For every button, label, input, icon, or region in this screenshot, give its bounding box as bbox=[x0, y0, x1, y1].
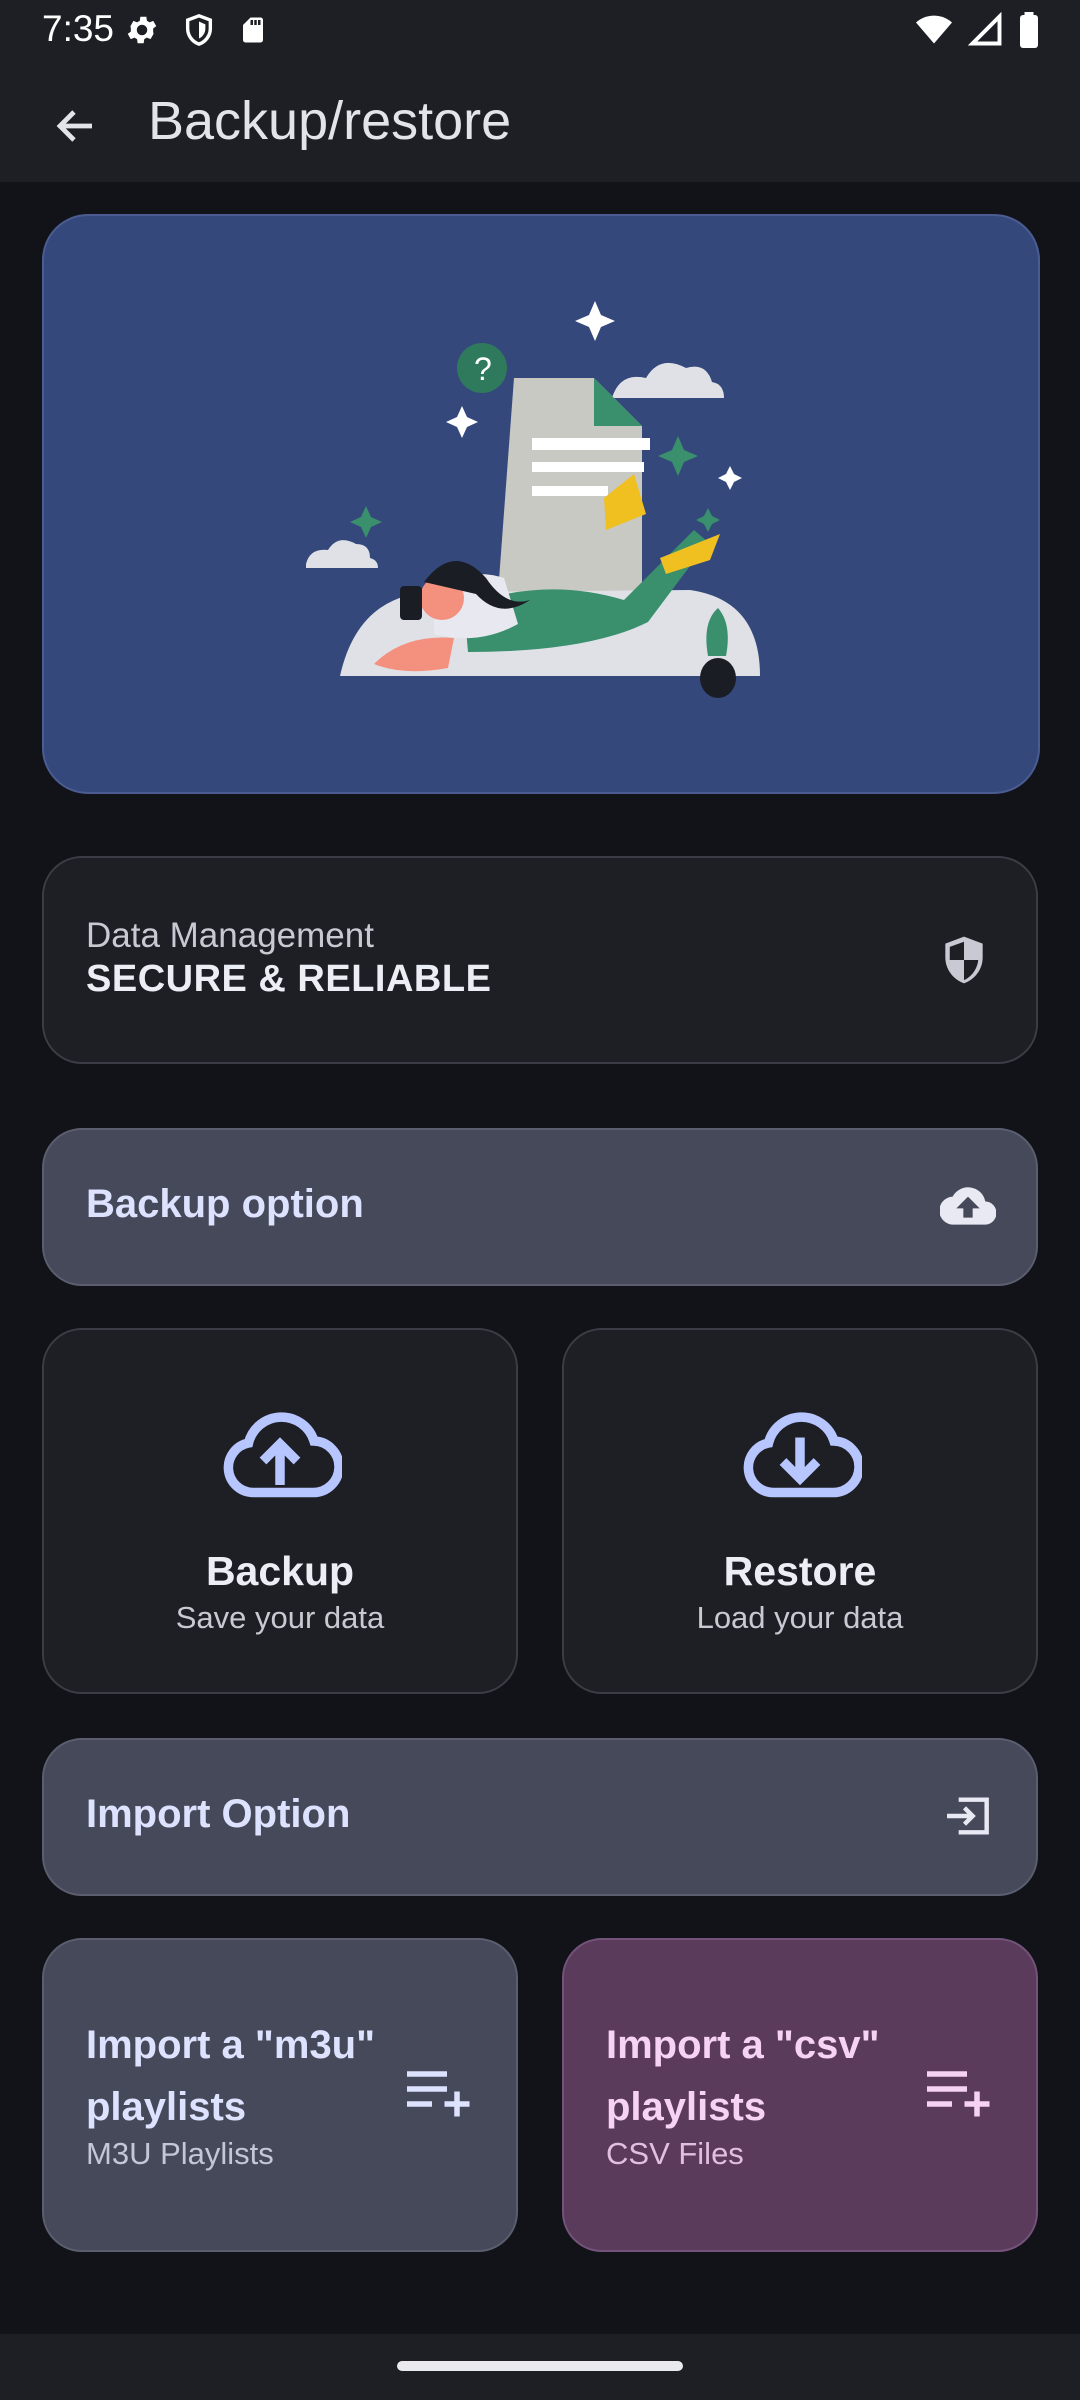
battery-icon bbox=[1020, 12, 1038, 48]
restore-title: Restore bbox=[723, 1548, 877, 1594]
gesture-handle[interactable] bbox=[397, 2361, 683, 2371]
backup-option-header[interactable]: Backup option bbox=[42, 1128, 1038, 1286]
cloud-upload-icon bbox=[939, 1178, 997, 1239]
data-management-value: SECURE & RELIABLE bbox=[86, 958, 492, 1000]
shield-icon bbox=[185, 14, 213, 46]
restore-tile[interactable]: Restore Load your data bbox=[562, 1328, 1038, 1694]
page-title: Backup/restore bbox=[148, 91, 512, 151]
playlist-add-icon bbox=[922, 2066, 992, 2127]
arrow-back-icon bbox=[56, 110, 92, 142]
import-m3u-subtitle: M3U Playlists bbox=[86, 2136, 274, 2171]
svg-text:?: ? bbox=[474, 351, 492, 387]
status-icons-right bbox=[914, 12, 1040, 48]
backup-tile[interactable]: Backup Save your data bbox=[42, 1328, 518, 1694]
playlist-add-icon bbox=[402, 2066, 472, 2127]
gear-icon bbox=[127, 16, 157, 44]
cell-signal-icon bbox=[968, 12, 1002, 46]
restore-subtitle: Load your data bbox=[696, 1600, 904, 1635]
cloud-upload-outline-icon bbox=[218, 1400, 344, 1505]
backup-title: Backup bbox=[205, 1548, 355, 1594]
import-m3u-card[interactable]: Import a "m3u" playlists M3U Playlists bbox=[42, 1938, 518, 2252]
backup-option-label: Backup option bbox=[86, 1182, 364, 1226]
import-m3u-title: Import a "m3u" playlists bbox=[86, 2023, 376, 2129]
hero-illustration: ? bbox=[42, 214, 1040, 794]
import-csv-card[interactable]: Import a "csv" playlists CSV Files bbox=[562, 1938, 1038, 2252]
import-csv-subtitle: CSV Files bbox=[606, 2136, 744, 2171]
import-option-header[interactable]: Import Option bbox=[42, 1738, 1038, 1896]
cloud-download-outline-icon bbox=[738, 1400, 864, 1505]
app-bar: Backup/restore bbox=[0, 62, 1080, 182]
import-option-label: Import Option bbox=[86, 1792, 351, 1836]
backup-subtitle: Save your data bbox=[175, 1600, 385, 1635]
backup-illustration: ? bbox=[306, 301, 760, 698]
status-time: 7:35 bbox=[42, 8, 115, 49]
wifi-icon bbox=[916, 15, 952, 44]
data-management-label: Data Management bbox=[86, 916, 374, 955]
status-icons-left bbox=[124, 12, 268, 48]
data-management-card: Data Management SECURE & RELIABLE bbox=[42, 856, 1038, 1064]
back-button[interactable] bbox=[36, 96, 116, 156]
shield-icon bbox=[936, 928, 992, 997]
sd-card-icon bbox=[243, 17, 263, 43]
navigation-bar bbox=[0, 2334, 1080, 2400]
import-icon bbox=[940, 1788, 996, 1849]
status-bar: 7:35 bbox=[0, 0, 1080, 62]
import-csv-title: Import a "csv" playlists bbox=[606, 2023, 880, 2129]
